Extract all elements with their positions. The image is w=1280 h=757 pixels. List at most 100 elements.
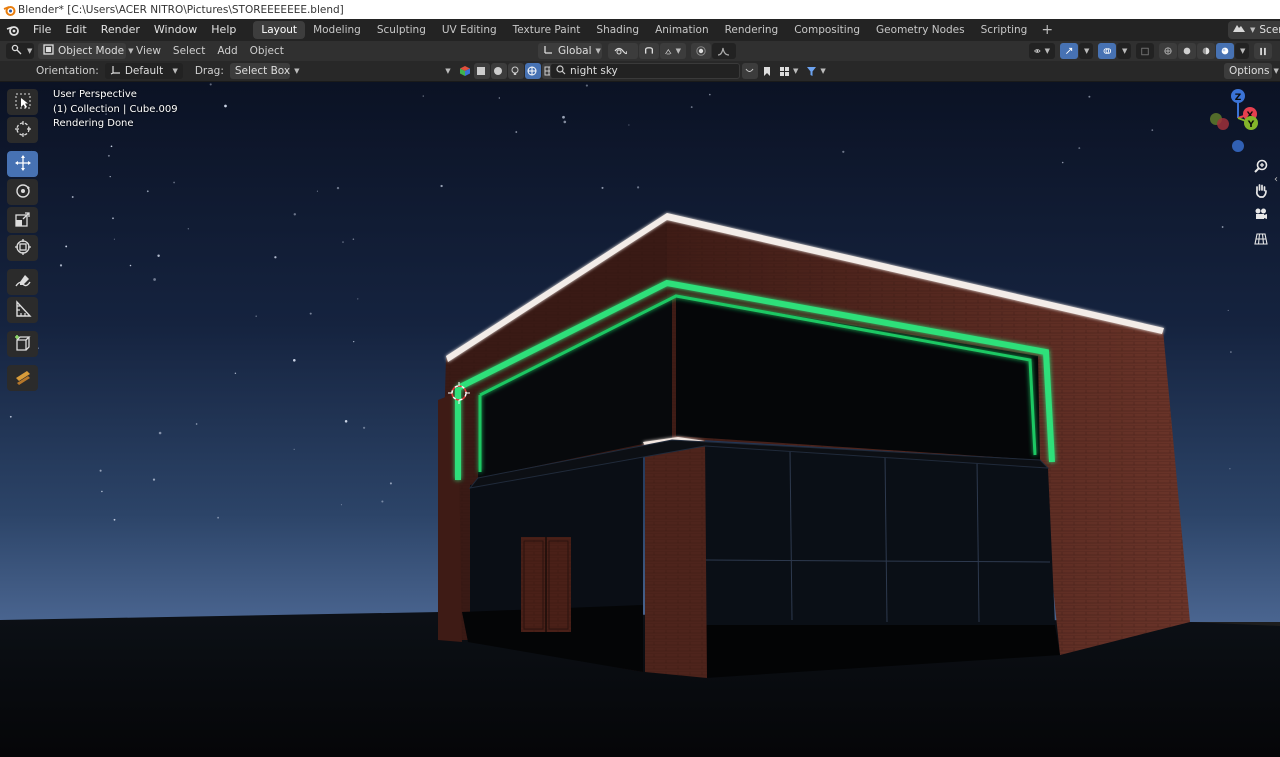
overlay-dropdown[interactable]: ▼ — [1117, 43, 1131, 59]
pivot-point-icon[interactable] — [608, 43, 638, 59]
star — [65, 245, 68, 248]
rendered-scene — [0, 82, 1280, 757]
hdri-cube-icon[interactable] — [457, 63, 473, 79]
perspective-label: User Perspective — [53, 89, 137, 100]
3d-viewport[interactable]: Z X Y ‹ — [0, 82, 1280, 757]
tool-settings-bar: Orientation: Default ▼ Drag: Select Box … — [0, 61, 1280, 82]
collection-label: (1) Collection | Cube.009 — [53, 103, 178, 115]
measure-tool[interactable] — [7, 297, 38, 323]
tab-modeling[interactable]: Modeling — [305, 21, 369, 39]
filter-solid-icon[interactable] — [474, 63, 490, 79]
blender-menu-icon[interactable] — [0, 24, 26, 36]
sidebar-collapse-chevron-icon[interactable]: ‹ — [1274, 174, 1278, 185]
snap-toggle-icon[interactable] — [639, 43, 659, 59]
cursor-icon — [14, 120, 32, 141]
object-menu[interactable]: Object — [244, 45, 290, 57]
display-mode-icon[interactable] — [776, 63, 792, 79]
mode-dropdown[interactable]: Object Mode ▼ — [38, 43, 134, 59]
options-dropdown[interactable]: Options ▼ — [1224, 63, 1279, 79]
star — [109, 175, 111, 178]
scene-selector[interactable]: ▼ Scen — [1228, 21, 1280, 39]
tab-texture-paint[interactable]: Texture Paint — [505, 21, 589, 39]
pan-hand-icon[interactable] — [1250, 179, 1272, 201]
add-workspace-plus-icon[interactable]: + — [1035, 22, 1059, 38]
collapse-chevron-icon[interactable]: ▼ — [440, 63, 456, 79]
add-cube-tool[interactable] — [7, 331, 38, 357]
select-box-tool[interactable] — [7, 89, 38, 115]
editor-type-button[interactable]: ▼ — [6, 43, 34, 59]
filter-world-icon[interactable] — [525, 63, 541, 79]
star — [113, 518, 116, 521]
gizmo-toggle-icon[interactable] — [1060, 43, 1078, 59]
zoom-icon[interactable] — [1250, 155, 1272, 177]
camera-view-icon[interactable] — [1250, 203, 1272, 225]
rendered-shading-icon[interactable] — [1216, 43, 1234, 59]
filter-light-icon[interactable] — [508, 63, 524, 79]
shading-dropdown[interactable]: ▼ — [1235, 43, 1249, 59]
star — [110, 145, 113, 148]
gizmo-y-label: Y — [1247, 120, 1255, 130]
falloff-curve-icon[interactable] — [712, 43, 736, 59]
wireframe-shading-icon[interactable] — [1159, 43, 1177, 59]
tab-geometry-nodes[interactable]: Geometry Nodes — [868, 21, 973, 39]
tab-animation[interactable]: Animation — [647, 21, 717, 39]
visibility-eye-icon[interactable]: ▼ — [1029, 43, 1055, 59]
snap-target-icon[interactable]: ▼ — [660, 43, 686, 59]
xray-toggle-icon[interactable] — [1136, 43, 1154, 59]
menu-help[interactable]: Help — [204, 19, 243, 41]
menu-edit[interactable]: Edit — [58, 19, 93, 41]
star — [628, 124, 630, 126]
filter-funnel-icon[interactable] — [803, 63, 819, 79]
proportional-editing-icon[interactable] — [691, 43, 711, 59]
star — [293, 213, 297, 216]
clear-search-chevron-icon[interactable] — [742, 63, 758, 79]
add-menu[interactable]: Add — [211, 45, 243, 57]
material-preview-shading-icon[interactable] — [1197, 43, 1215, 59]
menu-render[interactable]: Render — [94, 19, 147, 41]
tab-uv-editing[interactable]: UV Editing — [434, 21, 505, 39]
star — [59, 264, 63, 267]
tab-shading[interactable]: Shading — [588, 21, 647, 39]
orientation-label: Orientation: — [36, 65, 99, 77]
transform-orientation-dropdown[interactable]: Global ▼ — [538, 43, 602, 59]
star — [344, 420, 348, 423]
drag-dropdown[interactable]: Select Box ▼ — [229, 63, 300, 79]
tab-sculpting[interactable]: Sculpting — [369, 21, 434, 39]
gizmo-dropdown[interactable]: ▼ — [1079, 43, 1093, 59]
tab-compositing[interactable]: Compositing — [786, 21, 868, 39]
annotate-pencil-icon — [14, 272, 32, 293]
menu-window[interactable]: Window — [147, 19, 204, 41]
star — [99, 469, 102, 472]
view-menu[interactable]: View — [130, 45, 167, 57]
wood-texture-tool[interactable] — [7, 365, 38, 391]
menu-file[interactable]: File — [26, 19, 58, 41]
asset-search-input[interactable]: night sky — [550, 63, 740, 79]
sidebar-toggle-icon[interactable] — [1254, 43, 1272, 59]
select-menu[interactable]: Select — [167, 45, 211, 57]
scene-icon — [1232, 23, 1246, 37]
tab-layout[interactable]: Layout — [253, 21, 306, 39]
star — [498, 97, 500, 99]
tab-rendering[interactable]: Rendering — [717, 21, 787, 39]
star — [101, 490, 103, 493]
star — [709, 93, 711, 96]
navigation-gizmo[interactable]: Z X Y — [1203, 86, 1273, 156]
cursor-tool[interactable] — [7, 117, 38, 143]
bookmark-icon[interactable] — [759, 63, 775, 79]
annotate-tool[interactable] — [7, 269, 38, 295]
move-tool[interactable] — [7, 151, 38, 177]
transform-tool[interactable] — [7, 235, 38, 261]
solid-shading-icon[interactable] — [1178, 43, 1196, 59]
star — [112, 217, 114, 220]
overlay-toggle-icon[interactable] — [1098, 43, 1116, 59]
perspective-grid-icon[interactable] — [1250, 228, 1272, 250]
star — [357, 298, 359, 300]
rotate-tool[interactable] — [7, 179, 38, 205]
star — [209, 83, 212, 86]
tab-scripting[interactable]: Scripting — [973, 21, 1036, 39]
filter-material-icon[interactable] — [491, 63, 507, 79]
orientation-dropdown[interactable]: Default ▼ — [104, 63, 183, 79]
mode-label: Object Mode — [58, 45, 125, 57]
scale-tool[interactable] — [7, 207, 38, 233]
star — [234, 372, 237, 375]
